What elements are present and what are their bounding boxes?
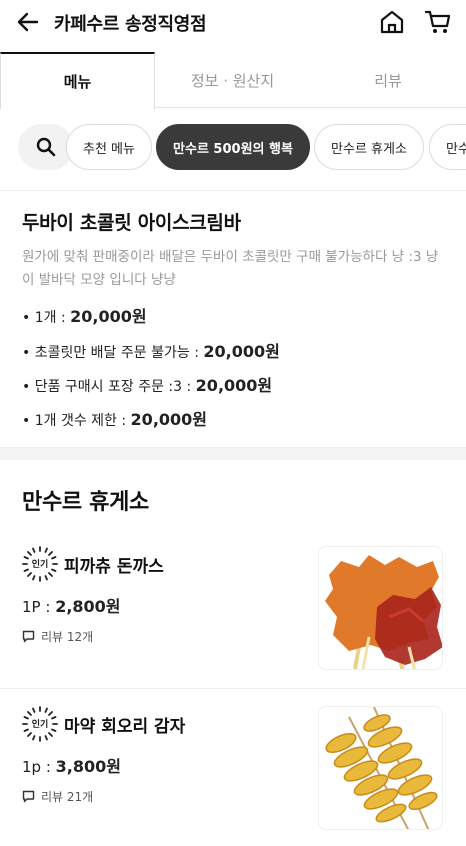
chip-mansour-rest-area[interactable]: 만수르 휴게소 xyxy=(314,124,424,170)
item-review: 리뷰 12개 xyxy=(22,628,93,645)
tornado-potato-image xyxy=(325,707,438,829)
store-title: 카페수르 송정직영점 xyxy=(54,14,207,35)
speech-bubble-icon xyxy=(22,630,35,643)
notice-description: 원가에 맞춰 판매중이라 배달은 두바이 초콜릿만 구매 불가능하다 냥 :3 … xyxy=(22,249,439,288)
popular-badge: 인기 xyxy=(22,706,58,742)
item-price: 1p : 3,800원 xyxy=(22,757,121,776)
item-thumbnail[interactable] xyxy=(318,546,443,670)
item-review: 리뷰 21개 xyxy=(22,788,93,805)
tab-info-origin[interactable]: 정보 · 원산지 xyxy=(155,52,310,108)
chip-partial[interactable]: 만수 xyxy=(429,124,466,170)
notice-title: 두바이 초콜릿 아이스크림바 xyxy=(22,212,241,234)
cart-icon xyxy=(424,10,451,33)
back-arrow-icon xyxy=(17,12,39,32)
section-gap xyxy=(0,448,466,460)
popular-badge: 인기 xyxy=(22,546,58,582)
tab-review[interactable]: 리뷰 xyxy=(310,52,466,108)
notice-bullet: • 단품 구매시 포장 주문 :3 : 20,000원 xyxy=(22,376,273,395)
speech-bubble-icon xyxy=(22,790,35,803)
chip-recommended[interactable]: 추천 메뉴 xyxy=(66,124,152,170)
app-header: 카페수르 송정직영점 xyxy=(0,0,466,52)
back-button[interactable] xyxy=(14,8,42,36)
chip-mansour-500[interactable]: 만수르 500원의 행복 xyxy=(156,124,310,170)
divider xyxy=(0,688,466,689)
badge-label: 인기 xyxy=(31,720,49,730)
item-thumbnail[interactable] xyxy=(318,706,443,830)
category-title: 만수르 휴게소 xyxy=(22,490,149,515)
badge-label: 인기 xyxy=(31,560,49,570)
search-icon xyxy=(36,137,56,157)
item-name: 마약 회오리 감자 xyxy=(64,717,186,737)
category-chip-bar: 추천 메뉴 만수르 500원의 행복 만수르 휴게소 만수 xyxy=(0,124,466,170)
home-button[interactable] xyxy=(378,8,406,36)
divider xyxy=(0,190,466,191)
tab-bar: 메뉴 정보 · 원산지 리뷰 xyxy=(0,52,466,109)
home-icon xyxy=(380,10,404,34)
notice-bullet: • 1개 갯수 제한 : 20,000원 xyxy=(22,410,208,429)
tab-menu[interactable]: 메뉴 xyxy=(0,52,155,109)
item-name: 피까츄 돈까스 xyxy=(64,557,164,577)
item-price: 1P : 2,800원 xyxy=(22,597,121,616)
menu-item[interactable]: 인기 마약 회오리 감자 1p : 3,800원 리뷰 21개 xyxy=(0,690,466,846)
menu-item[interactable]: 인기 피까츄 돈까스 1P : 2,800원 리뷰 12개 xyxy=(0,530,466,688)
notice-bullet: • 1개 : 20,000원 xyxy=(22,307,147,326)
fried-cutlet-image xyxy=(325,555,442,669)
notice-bullet: • 초콜릿만 배달 주문 불가능 : 20,000원 xyxy=(22,342,280,361)
cart-button[interactable] xyxy=(424,8,452,36)
